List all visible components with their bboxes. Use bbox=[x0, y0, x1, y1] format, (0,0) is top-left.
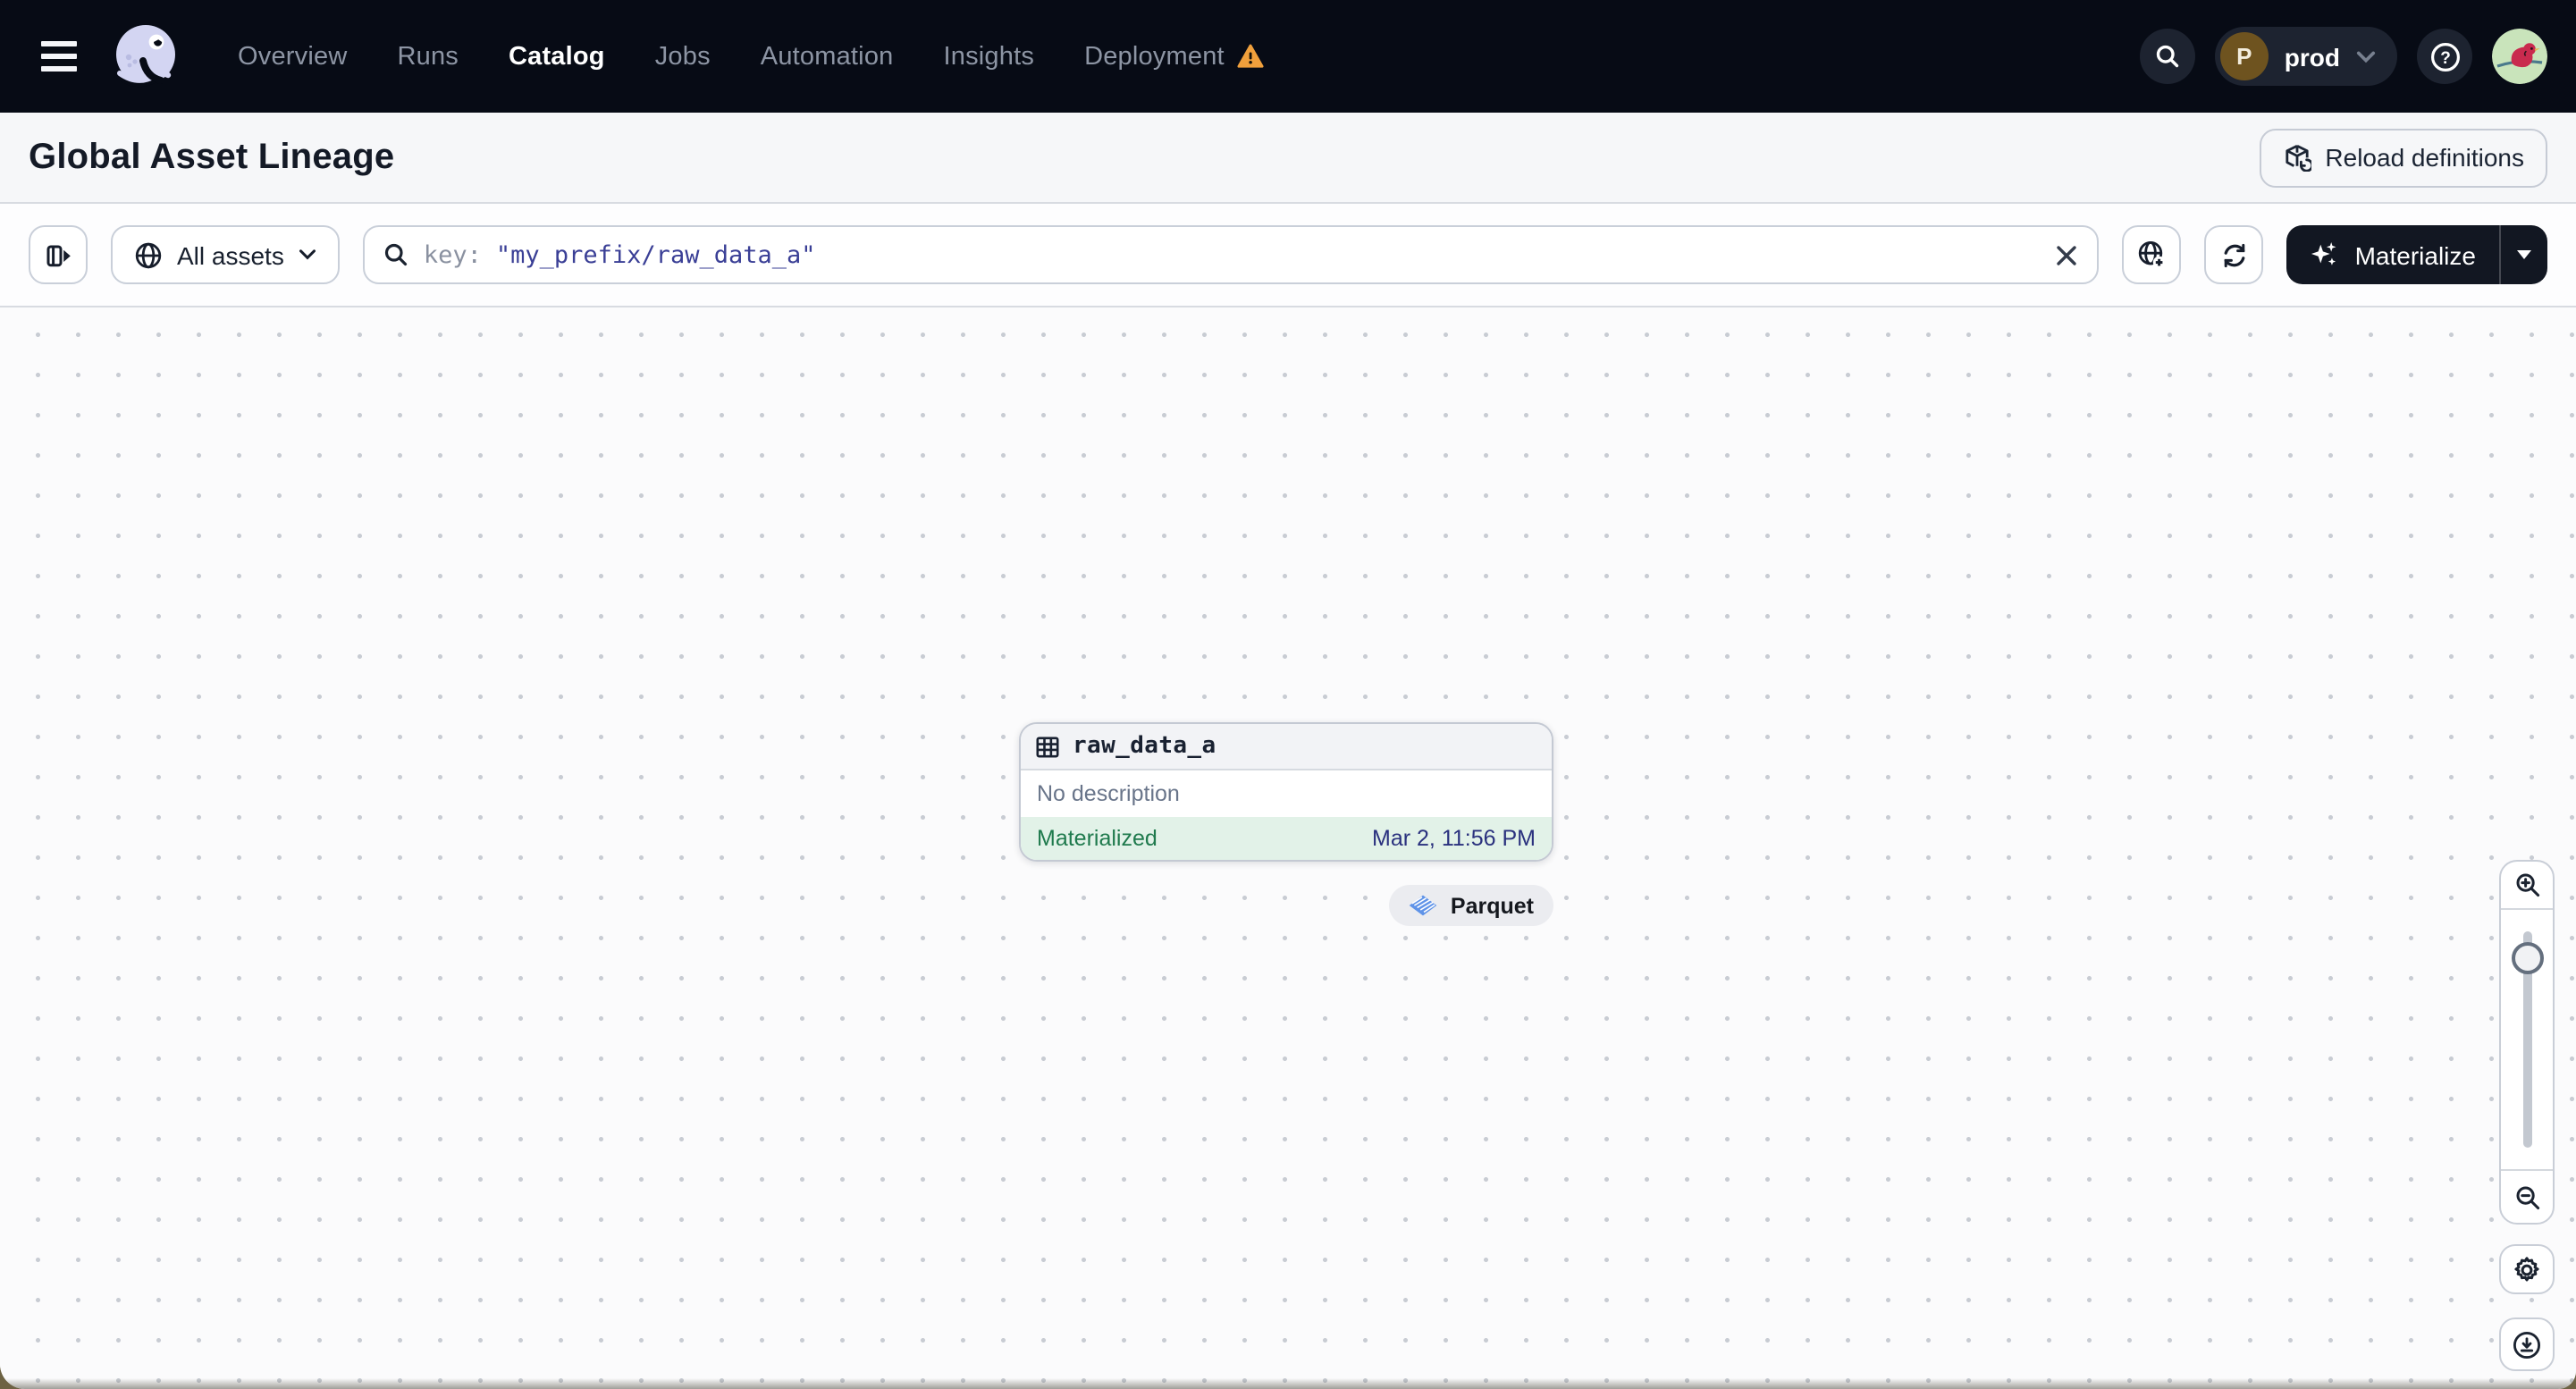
search-query-prefix: key: bbox=[423, 240, 482, 269]
zoom-slider-knob[interactable] bbox=[2511, 942, 2543, 974]
download-graph-button[interactable] bbox=[2499, 1317, 2555, 1371]
panel-expand-icon bbox=[44, 240, 72, 269]
nav-link-runs[interactable]: Runs bbox=[397, 42, 459, 71]
user-avatar[interactable] bbox=[2492, 29, 2547, 84]
graph-settings-button[interactable] bbox=[2499, 1244, 2555, 1294]
zoom-control-group bbox=[2499, 860, 2555, 1225]
help-button[interactable]: ? bbox=[2417, 29, 2472, 84]
refresh-icon bbox=[2220, 240, 2249, 269]
page-header: Global Asset Lineage Reload definitions bbox=[0, 113, 2576, 204]
asset-node-status-row: Materialized Mar 2, 11:56 PM bbox=[1021, 817, 1552, 860]
nav-link-deployment[interactable]: Deployment bbox=[1084, 42, 1225, 71]
download-icon bbox=[2512, 1329, 2542, 1360]
add-external-assets-button[interactable] bbox=[2122, 225, 2182, 284]
nav-link-automation[interactable]: Automation bbox=[761, 42, 894, 71]
asset-search-input[interactable]: key: "my_prefix/raw_data_a" bbox=[362, 225, 2100, 284]
lineage-canvas[interactable]: raw_data_a No description Materialized M… bbox=[0, 307, 2576, 1389]
search-icon bbox=[383, 241, 409, 268]
parquet-icon bbox=[1410, 894, 1438, 917]
materialization-timestamp[interactable]: Mar 2, 11:56 PM bbox=[1372, 826, 1536, 851]
dagster-logo-icon[interactable] bbox=[107, 17, 186, 96]
open-left-panel-button[interactable] bbox=[29, 225, 88, 284]
materialization-status: Materialized bbox=[1037, 826, 1158, 851]
svg-text:?: ? bbox=[2439, 48, 2450, 67]
asset-node-description: No description bbox=[1037, 781, 1180, 806]
asset-scope-filter-button[interactable]: All assets bbox=[111, 225, 340, 284]
deployment-switcher[interactable]: P prod bbox=[2214, 27, 2397, 86]
asset-scope-filter-label: All assets bbox=[177, 240, 284, 269]
materialize-split-button: Materialize bbox=[2286, 225, 2547, 284]
caret-down-icon bbox=[2517, 250, 2531, 259]
zoom-out-icon bbox=[2513, 1183, 2541, 1211]
global-search-button[interactable] bbox=[2139, 29, 2195, 84]
warning-icon bbox=[1237, 43, 1264, 70]
deployment-avatar: P bbox=[2219, 32, 2269, 80]
table-icon bbox=[1035, 734, 1060, 759]
search-icon bbox=[2154, 43, 2181, 70]
nav-link-insights[interactable]: Insights bbox=[944, 42, 1035, 71]
compute-kind-tag-parquet[interactable]: Parquet bbox=[1389, 885, 1553, 926]
asset-node-header: raw_data_a bbox=[1021, 724, 1552, 770]
globe-icon bbox=[134, 240, 163, 269]
chevron-down-icon bbox=[299, 248, 316, 261]
reload-definitions-icon bbox=[2282, 143, 2311, 172]
canvas-controls-rail bbox=[2499, 860, 2555, 1371]
materialize-options-button[interactable] bbox=[2501, 225, 2547, 284]
top-navigation-bar: Overview Runs Catalog Jobs Automation In… bbox=[0, 0, 2576, 113]
nav-right-cluster: P prod ? bbox=[2139, 27, 2547, 86]
reload-definitions-label: Reload definitions bbox=[2325, 143, 2524, 172]
asset-node-body: No description bbox=[1021, 770, 1552, 817]
search-query-value: "my_prefix/raw_data_a" bbox=[495, 240, 816, 269]
zoom-in-icon bbox=[2513, 871, 2541, 899]
compute-kind-tag-label: Parquet bbox=[1450, 893, 1534, 918]
materialize-button[interactable]: Materialize bbox=[2287, 225, 2499, 284]
nav-link-jobs[interactable]: Jobs bbox=[655, 42, 711, 71]
zoom-out-button[interactable] bbox=[2501, 1169, 2553, 1223]
deployment-name: prod bbox=[2284, 42, 2340, 71]
globe-plus-icon bbox=[2137, 240, 2168, 270]
gear-icon bbox=[2512, 1254, 2542, 1284]
clear-search-icon[interactable] bbox=[2055, 242, 2080, 267]
nav-link-deployment-wrap[interactable]: Deployment bbox=[1084, 42, 1264, 71]
nav-link-overview[interactable]: Overview bbox=[238, 42, 347, 71]
materialize-label: Materialize bbox=[2354, 240, 2476, 269]
canvas-bottom-shade bbox=[0, 1378, 2576, 1389]
zoom-in-button[interactable] bbox=[2501, 862, 2553, 910]
asset-node-raw-data-a[interactable]: raw_data_a No description Materialized M… bbox=[1019, 722, 1553, 862]
nav-link-catalog[interactable]: Catalog bbox=[509, 42, 605, 71]
dagster-app-window: Overview Runs Catalog Jobs Automation In… bbox=[0, 0, 2576, 1389]
asset-node-title: raw_data_a bbox=[1073, 733, 1216, 760]
help-icon: ? bbox=[2429, 40, 2461, 72]
reload-definitions-button[interactable]: Reload definitions bbox=[2259, 128, 2547, 187]
lineage-toolbar: All assets key: "my_prefix/raw_data_a" M… bbox=[0, 204, 2576, 307]
chevron-down-icon bbox=[2356, 49, 2376, 63]
hamburger-menu-icon[interactable] bbox=[41, 41, 77, 72]
refresh-button[interactable] bbox=[2204, 225, 2264, 284]
screen: Overview Runs Catalog Jobs Automation In… bbox=[0, 0, 2576, 1389]
sparkles-icon bbox=[2311, 240, 2341, 270]
page-title: Global Asset Lineage bbox=[29, 137, 395, 176]
zoom-slider[interactable] bbox=[2501, 910, 2553, 1169]
primary-nav-links: Overview Runs Catalog Jobs Automation In… bbox=[238, 42, 1264, 71]
